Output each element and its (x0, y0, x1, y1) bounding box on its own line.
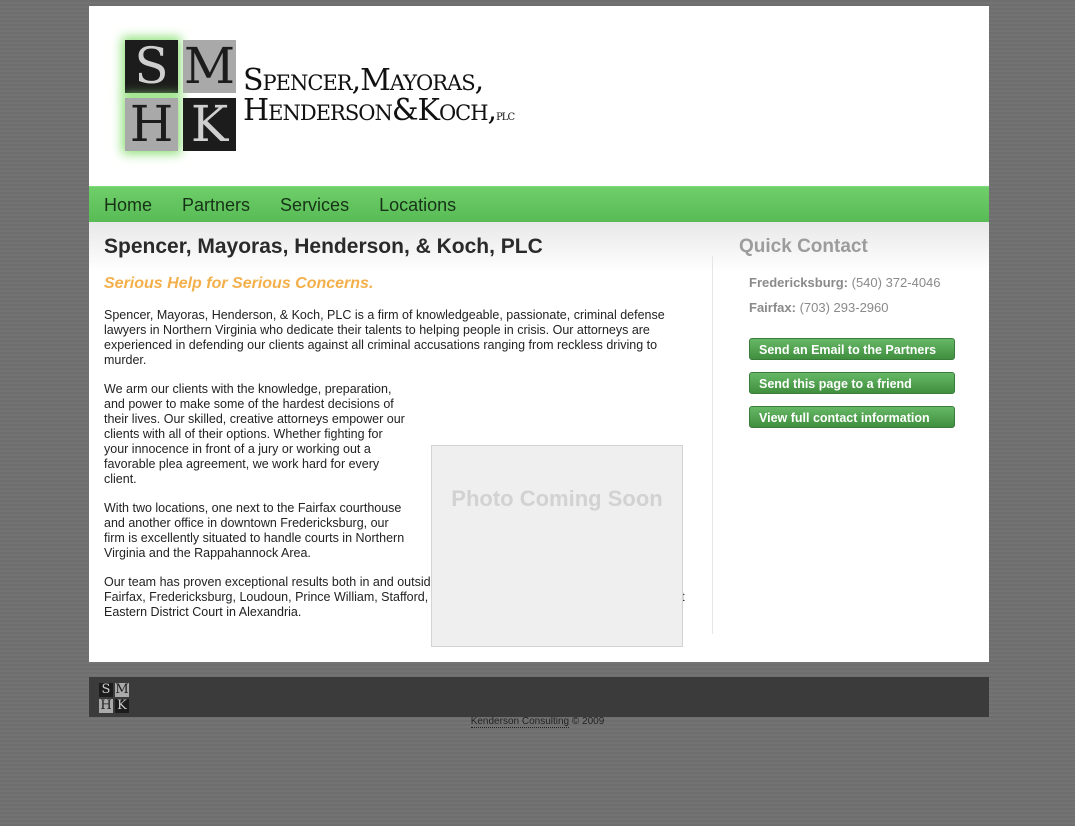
logo-letter-m: M (183, 37, 236, 95)
contact-list: Fredericksburg: (540) 372-4046 Fairfax: … (749, 270, 969, 320)
quick-contact-sidebar: Quick Contact Fredericksburg: (540) 372-… (739, 232, 969, 428)
column-divider (712, 256, 713, 634)
copyright-year: © 2009 (571, 716, 605, 727)
logo-letter-k: K (183, 98, 236, 151)
footer-logo-m: M (115, 682, 129, 697)
footer-logo-k: K (115, 699, 129, 713)
logo-wordmark[interactable]: Spencer,Mayoras, Henderson&Koch,plc (243, 63, 515, 131)
tagline: Serious Help for Serious Concerns. (104, 275, 374, 292)
kenderson-link[interactable]: Kenderson Consulting (470, 716, 570, 728)
contact-fredericksburg: Fredericksburg: (540) 372-4046 (749, 270, 969, 295)
logo-line-2: Henderson&Koch,plc (243, 93, 515, 131)
contact-phone: (540) 372-4046 (851, 275, 941, 290)
body-text: Spencer, Mayoras, Henderson, & Koch, PLC… (104, 308, 699, 647)
quick-contact-title: Quick Contact (739, 236, 868, 257)
nav-locations[interactable]: Locations (379, 187, 470, 222)
paragraph-locations: With two locations, one next to the Fair… (104, 501, 405, 560)
contact-label: Fredericksburg: (749, 275, 848, 290)
page-wrapper: S M H K Spencer,Mayoras, Henderson&Koch,… (89, 6, 989, 717)
photo-placeholder-text: Photo Coming Soon (451, 486, 663, 511)
view-contact-info-button[interactable]: View full contact information (749, 406, 955, 428)
footer-logo[interactable]: S M H K (99, 683, 130, 713)
logo-line-2-text: Henderson&Koch, (243, 93, 497, 128)
page-title: Spencer, Mayoras, Henderson, & Koch, PLC (104, 235, 543, 258)
email-partners-button[interactable]: Send an Email to the Partners (749, 338, 955, 360)
logo-letter-h: H (125, 98, 178, 151)
logo-letter-s: S (125, 40, 178, 93)
main-column: Spencer, Mayoras, Henderson, & Koch, PLC… (104, 232, 699, 647)
contact-phone: (703) 293-2960 (799, 300, 889, 315)
footer-logo-s: S (99, 683, 113, 697)
contact-fairfax: Fairfax: (703) 293-2960 (749, 295, 969, 320)
site-footer: S M H K (89, 677, 989, 717)
smhk-logo-mark[interactable]: S M H K (123, 38, 239, 154)
logo-plc: plc (496, 108, 515, 124)
nav-partners[interactable]: Partners (182, 187, 264, 222)
contact-label: Fairfax: (749, 300, 796, 315)
paragraph-intro: Spencer, Mayoras, Henderson, & Koch, PLC… (104, 308, 665, 367)
main-nav: Home Partners Services Locations (89, 186, 989, 222)
nav-home[interactable]: Home (104, 187, 166, 222)
footer-logo-h: H (99, 698, 113, 713)
content-area: Spencer, Mayoras, Henderson, & Koch, PLC… (89, 222, 989, 662)
site-header: S M H K Spencer,Mayoras, Henderson&Koch,… (89, 6, 989, 186)
photo-placeholder: Photo Coming Soon (431, 445, 683, 647)
logo-line-1: Spencer,Mayoras, (243, 63, 484, 98)
copyright: Kenderson Consulting © 2009 (0, 716, 1075, 728)
nav-services[interactable]: Services (280, 187, 363, 222)
send-to-friend-button[interactable]: Send this page to a friend (749, 372, 955, 394)
paragraph-clients: We arm our clients with the knowledge, p… (104, 382, 405, 486)
